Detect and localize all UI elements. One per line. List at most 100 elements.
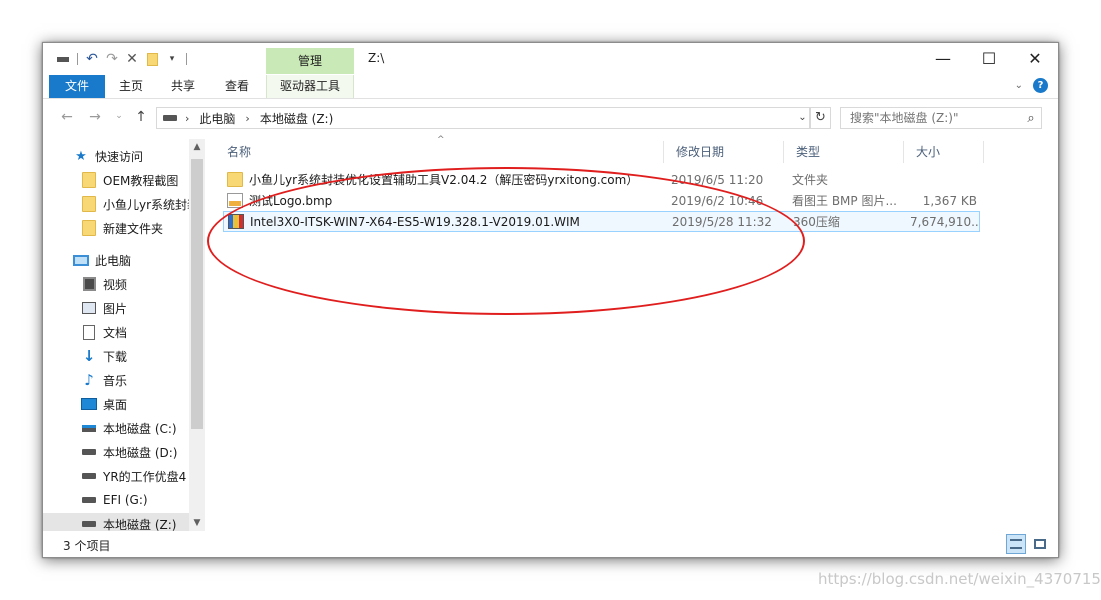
- nav-pinned-folder[interactable]: 新建文件夹: [43, 217, 189, 239]
- chevron-right-icon[interactable]: ›: [245, 112, 249, 125]
- nav-drive-z[interactable]: 本地磁盘 (Z:): [43, 513, 189, 531]
- nav-label: 新建文件夹: [103, 221, 164, 236]
- column-header-type[interactable]: 类型: [784, 141, 904, 163]
- column-header-size[interactable]: 大小: [904, 141, 984, 163]
- computer-icon: [73, 252, 89, 268]
- minimize-button[interactable]: —: [920, 43, 966, 73]
- back-icon[interactable]: ←: [57, 109, 77, 127]
- nav-this-pc[interactable]: 此电脑: [43, 249, 189, 271]
- nav-label: YR的工作优盘4: [103, 469, 187, 484]
- nav-drive-c[interactable]: 本地磁盘 (C:): [43, 417, 189, 439]
- nav-drive-d[interactable]: 本地磁盘 (D:): [43, 441, 189, 463]
- system-drive-icon: [81, 420, 97, 436]
- help-icon[interactable]: ?: [1033, 78, 1048, 93]
- search-icon[interactable]: ⌕: [1021, 111, 1041, 126]
- nav-documents[interactable]: 文档: [43, 321, 189, 343]
- delete-icon[interactable]: ✕: [124, 51, 140, 67]
- quick-access-toolbar: ↶ ↷ ✕ ▾: [55, 49, 189, 69]
- nav-pictures[interactable]: 图片: [43, 297, 189, 319]
- star-icon: ★: [75, 148, 87, 164]
- nav-pinned-folder[interactable]: 小鱼儿yr系统封装: [43, 193, 189, 215]
- nav-desktop[interactable]: 桌面: [43, 393, 189, 415]
- breadcrumb-this-pc[interactable]: 此电脑: [199, 110, 235, 127]
- nav-label: 小鱼儿yr系统封装: [103, 197, 189, 212]
- details-view-icon: [1010, 539, 1022, 549]
- scrollbar-thumb[interactable]: [191, 159, 203, 429]
- tab-view[interactable]: 查看: [217, 75, 257, 98]
- file-row[interactable]: 小鱼儿yr系统封装优化设置辅助工具V2.04.2（解压密码yrxitong.co…: [223, 169, 980, 190]
- file-date: 2019/6/2 10:46: [671, 193, 764, 208]
- breadcrumb-drive-z[interactable]: 本地磁盘 (Z:): [260, 110, 333, 127]
- scroll-down-icon[interactable]: ▼: [189, 515, 205, 531]
- nav-label: EFI (G:): [103, 493, 148, 507]
- file-name: 测试Logo.bmp: [249, 194, 333, 208]
- nav-label: 本地磁盘 (D:): [103, 445, 178, 460]
- file-type: 看图王 BMP 图片...: [792, 194, 897, 208]
- nav-label: 音乐: [103, 373, 128, 388]
- close-button[interactable]: ✕: [1012, 43, 1058, 73]
- desktop-icon: [81, 396, 97, 412]
- expand-ribbon-icon[interactable]: ⌄: [1015, 80, 1023, 91]
- navigation-scrollbar[interactable]: ▲ ▼: [189, 139, 205, 531]
- tab-share[interactable]: 共享: [163, 75, 203, 98]
- forward-icon[interactable]: →: [85, 109, 105, 127]
- document-icon: [81, 324, 97, 340]
- folder-icon: [81, 172, 97, 188]
- tab-file[interactable]: 文件: [49, 75, 105, 98]
- context-tab-manage[interactable]: 管理: [266, 48, 354, 74]
- nav-quick-access[interactable]: ★ 快速访问: [43, 145, 189, 167]
- new-folder-icon[interactable]: [144, 51, 160, 67]
- drive-icon: [81, 444, 97, 460]
- column-header-name[interactable]: 名称: [215, 141, 664, 163]
- file-list: ^ 名称 修改日期 类型 大小 小鱼儿yr系统封装优化设置辅助工具V2.04.2…: [209, 135, 1058, 531]
- undo-icon[interactable]: ↶: [84, 51, 100, 67]
- nav-drive-g[interactable]: EFI (G:): [43, 489, 189, 511]
- nav-videos[interactable]: 视频: [43, 273, 189, 295]
- up-icon[interactable]: ↑: [131, 109, 151, 127]
- divider: [186, 53, 187, 65]
- view-switcher: [1006, 534, 1050, 554]
- file-type: 文件夹: [792, 173, 829, 187]
- nav-usb-drive[interactable]: YR的工作优盘4: [43, 465, 189, 487]
- ribbon-help-area: ⌄ ?: [1015, 78, 1048, 93]
- nav-label: 本地磁盘 (Z:): [103, 517, 177, 532]
- large-icons-view-button[interactable]: [1030, 534, 1050, 554]
- column-header-date[interactable]: 修改日期: [664, 141, 784, 163]
- bmp-file-icon: [227, 193, 243, 208]
- address-dropdown-icon[interactable]: ⌄: [795, 107, 811, 129]
- search-box[interactable]: ⌕: [840, 107, 1042, 129]
- folder-icon: [81, 196, 97, 212]
- recent-locations-icon[interactable]: ⌄: [109, 111, 129, 129]
- watermark: https://blog.csdn.net/weixin_43707156: [818, 570, 1101, 588]
- caption-buttons: — ☐ ✕: [920, 43, 1058, 73]
- ribbon-tabs: 文件 主页 共享 查看 驱动器工具 ⌄ ?: [43, 73, 1058, 99]
- nav-pinned-folder[interactable]: OEM教程截图: [43, 169, 189, 191]
- nav-label: 本地磁盘 (C:): [103, 421, 177, 436]
- file-name: Intel3X0-ITSK-WIN7-X64-ES5-W19.328.1-V20…: [250, 214, 580, 229]
- redo-icon[interactable]: ↷: [104, 51, 120, 67]
- details-view-button[interactable]: [1006, 534, 1026, 554]
- file-row-selected[interactable]: Intel3X0-ITSK-WIN7-X64-ES5-W19.328.1-V20…: [223, 211, 980, 232]
- customize-toolbar-icon[interactable]: ▾: [164, 51, 180, 67]
- address-bar[interactable]: › 此电脑 › 本地磁盘 (Z:): [156, 107, 810, 129]
- file-name: 小鱼儿yr系统封装优化设置辅助工具V2.04.2（解压密码yrxitong.co…: [249, 173, 639, 187]
- archive-file-icon: [228, 214, 244, 229]
- item-count: 3 个项目: [63, 539, 111, 553]
- navigation-bar: ← → ⌄ ↑ › 此电脑 › 本地磁盘 (Z:) ⌄ ↻ ⌕: [43, 103, 1058, 133]
- nav-label: 下载: [103, 349, 128, 364]
- refresh-icon[interactable]: ↻: [811, 107, 831, 129]
- large-icons-view-icon: [1034, 539, 1046, 549]
- scroll-up-icon[interactable]: ▲: [189, 139, 205, 155]
- tab-home[interactable]: 主页: [111, 75, 151, 98]
- tab-drive-tools[interactable]: 驱动器工具: [266, 75, 354, 98]
- nav-downloads[interactable]: ↓ 下载: [43, 345, 189, 367]
- drive-icon: [81, 516, 97, 531]
- drive-icon: [163, 115, 177, 121]
- maximize-button[interactable]: ☐: [966, 43, 1012, 73]
- chevron-right-icon[interactable]: ›: [185, 112, 189, 125]
- nav-label: 快速访问: [95, 149, 144, 164]
- file-row[interactable]: 测试Logo.bmp 2019/6/2 10:46 看图王 BMP 图片... …: [223, 190, 980, 211]
- nav-music[interactable]: ♪ 音乐: [43, 369, 189, 391]
- pictures-icon: [81, 300, 97, 316]
- search-input[interactable]: [850, 111, 1021, 125]
